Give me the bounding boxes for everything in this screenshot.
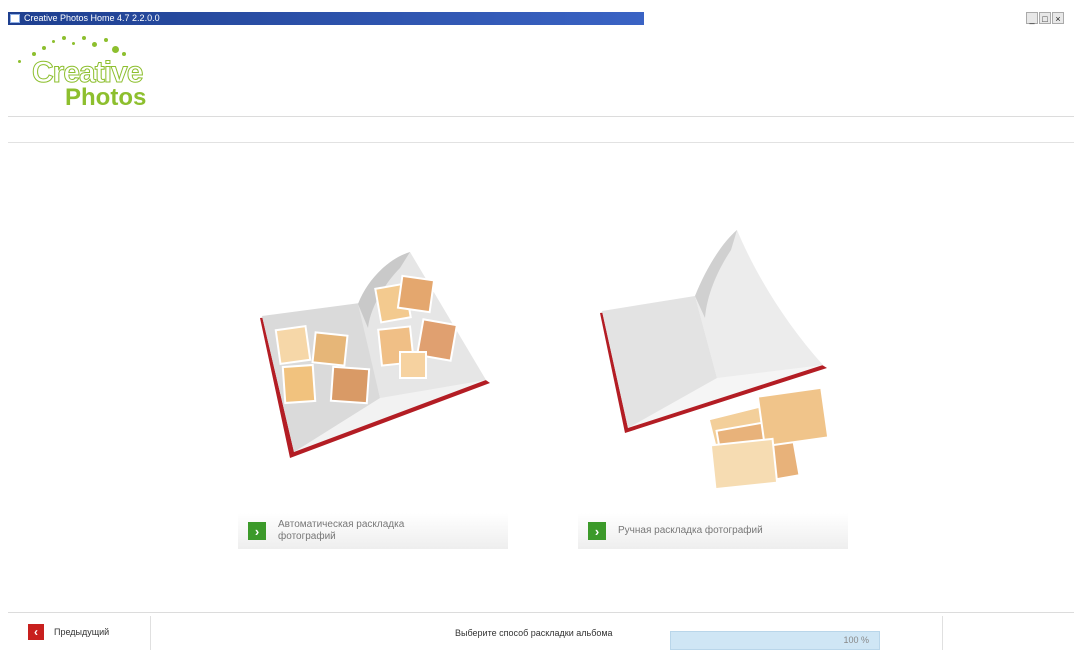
logo-text-photos: Photos bbox=[65, 84, 147, 111]
minimize-button[interactable]: _ bbox=[1026, 12, 1038, 24]
footer-separator bbox=[150, 616, 151, 650]
arrow-left-icon: ‹ bbox=[28, 624, 44, 640]
status-text: Выберите способ раскладки альбома bbox=[455, 628, 613, 638]
automatic-layout-button[interactable]: › Автоматическая раскладка фотографий bbox=[238, 513, 508, 549]
arrow-right-icon: › bbox=[248, 522, 266, 540]
manual-layout-label: Ручная раскладка фотографий bbox=[618, 525, 763, 536]
automatic-layout-label: Автоматическая раскладка фотографий bbox=[278, 519, 405, 542]
content-divider bbox=[8, 142, 1074, 143]
auto-layout-album-illustration[interactable] bbox=[250, 248, 500, 463]
close-button[interactable]: × bbox=[1052, 12, 1064, 24]
progress-text: 100 % bbox=[843, 635, 869, 645]
app-icon bbox=[10, 14, 20, 23]
app-logo: Creative Photos bbox=[10, 30, 190, 115]
title-bar: Creative Photos Home 4.7 2.2.0.0 _ □ × bbox=[8, 12, 1068, 25]
window-controls: _ □ × bbox=[1026, 12, 1064, 24]
back-button-label: Предыдущий bbox=[54, 627, 110, 637]
back-button[interactable]: ‹ Предыдущий bbox=[28, 624, 109, 640]
header-divider bbox=[8, 116, 1074, 117]
progress-bar: 100 % bbox=[670, 631, 880, 650]
window-title: Creative Photos Home 4.7 2.2.0.0 bbox=[24, 13, 160, 23]
footer-divider bbox=[8, 612, 1074, 613]
manual-layout-button[interactable]: › Ручная раскладка фотографий bbox=[578, 513, 848, 549]
manual-layout-album-illustration[interactable] bbox=[595, 228, 845, 493]
maximize-button[interactable]: □ bbox=[1039, 12, 1051, 24]
footer-separator bbox=[942, 616, 943, 650]
arrow-right-icon: › bbox=[588, 522, 606, 540]
